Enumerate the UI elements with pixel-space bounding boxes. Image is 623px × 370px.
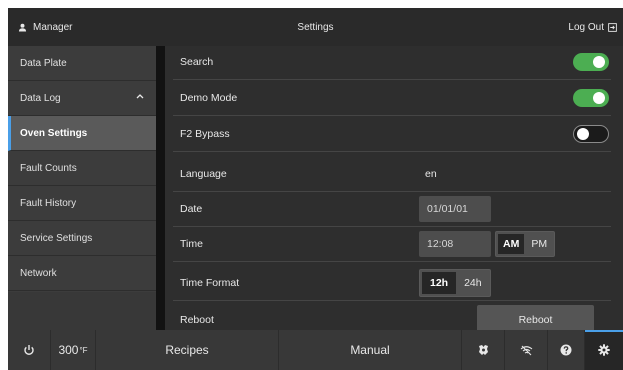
sidebar-item-network[interactable]: Network xyxy=(8,256,156,291)
sidebar-item-fault-counts[interactable]: Fault Counts xyxy=(8,151,156,186)
am-pm-selector: AM PM xyxy=(495,231,556,257)
logout-label: Log Out xyxy=(568,21,604,33)
toggle-knob xyxy=(577,128,589,140)
page-title: Settings xyxy=(297,21,334,33)
am-option[interactable]: AM xyxy=(498,234,525,254)
sidebar-item-fault-history[interactable]: Fault History xyxy=(8,186,156,221)
help-icon xyxy=(560,344,572,356)
date-field[interactable]: 01/01/01 xyxy=(419,196,491,222)
time-format-selector: 12h 24h xyxy=(419,269,491,297)
wifi-off-icon xyxy=(520,345,533,356)
sidebar-item-label: Data Log xyxy=(20,92,61,104)
setting-row-time-format: Time Format 12h 24h xyxy=(165,265,611,301)
power-button[interactable] xyxy=(8,330,51,370)
help-button[interactable] xyxy=(548,330,585,370)
bottom-nav-bar: 300 °F Recipes Manual xyxy=(8,330,623,370)
row-divider xyxy=(173,261,611,262)
setting-row-time: Time 12:08 AM PM xyxy=(165,226,611,262)
wifi-button[interactable] xyxy=(505,330,548,370)
row-divider xyxy=(173,300,611,301)
setting-row-search: Search xyxy=(165,46,611,80)
sidebar-item-label: Fault Counts xyxy=(20,162,77,174)
sidebar-item-label: Data Plate xyxy=(20,57,67,69)
sidebar-item-label: Fault History xyxy=(20,197,77,209)
setting-label: F2 Bypass xyxy=(180,128,230,140)
setting-row-f2-bypass: F2 Bypass xyxy=(165,116,611,152)
setting-row-reboot: Reboot Reboot xyxy=(165,302,611,330)
setting-label: Time Format xyxy=(180,277,240,289)
top-header: Manager Settings Log Out xyxy=(8,8,623,46)
temperature-unit: °F xyxy=(79,345,88,355)
settings-button[interactable] xyxy=(585,330,623,370)
recipes-label: Recipes xyxy=(165,343,209,357)
time-field[interactable]: 12:08 xyxy=(419,231,491,257)
setting-row-language: Language en xyxy=(165,156,611,192)
logout-button[interactable]: Log Out xyxy=(568,22,617,33)
setting-label: Language xyxy=(180,168,227,180)
sidebar-item-label: Network xyxy=(20,267,57,279)
sidebar-item-service-settings[interactable]: Service Settings xyxy=(8,221,156,256)
settings-panel: Search Demo Mode F2 Bypass Language en D… xyxy=(165,46,623,330)
cleaning-icon xyxy=(477,344,490,357)
sidebar-item-data-plate[interactable]: Data Plate xyxy=(8,46,156,81)
reboot-button[interactable]: Reboot xyxy=(477,305,594,330)
manual-button[interactable]: Manual xyxy=(279,330,462,370)
setting-label: Search xyxy=(180,56,214,68)
temperature-value: 300 xyxy=(58,343,79,357)
setting-row-demo-mode: Demo Mode xyxy=(165,80,611,116)
chevron-up-icon xyxy=(136,93,144,99)
12h-option[interactable]: 12h xyxy=(422,272,457,294)
sidebar-item-oven-settings[interactable]: Oven Settings xyxy=(8,116,156,151)
logout-icon xyxy=(608,22,617,32)
24h-option[interactable]: 24h xyxy=(458,272,488,294)
setting-label: Time xyxy=(180,238,203,250)
pm-option[interactable]: PM xyxy=(526,234,552,254)
setting-label: Demo Mode xyxy=(180,92,238,104)
cleaning-button[interactable] xyxy=(462,330,505,370)
f2-bypass-toggle[interactable] xyxy=(573,125,609,143)
setting-label: Reboot xyxy=(180,314,214,326)
toggle-knob xyxy=(593,92,605,104)
sidebar-item-data-log[interactable]: Data Log xyxy=(8,81,156,116)
language-value[interactable]: en xyxy=(425,168,437,180)
setting-row-date: Date 01/01/01 xyxy=(165,191,611,227)
search-toggle[interactable] xyxy=(573,53,609,71)
temperature-display[interactable]: 300 °F xyxy=(51,330,96,370)
gear-icon xyxy=(598,344,610,356)
power-icon xyxy=(23,344,35,356)
sidebar-divider xyxy=(156,46,165,330)
recipes-button[interactable]: Recipes xyxy=(96,330,279,370)
app-window: Manager Settings Log Out Data Plate Data… xyxy=(8,8,623,370)
setting-label: Date xyxy=(180,203,203,215)
sidebar-item-label: Service Settings xyxy=(20,232,93,244)
toggle-knob xyxy=(593,56,605,68)
sidebar: Data Plate Data Log Oven Settings Fault … xyxy=(8,46,156,292)
sidebar-item-label: Oven Settings xyxy=(20,127,88,139)
manual-label: Manual xyxy=(350,343,390,357)
row-divider xyxy=(173,151,611,152)
demo-mode-toggle[interactable] xyxy=(573,89,609,107)
sidebar-footer xyxy=(8,292,156,330)
